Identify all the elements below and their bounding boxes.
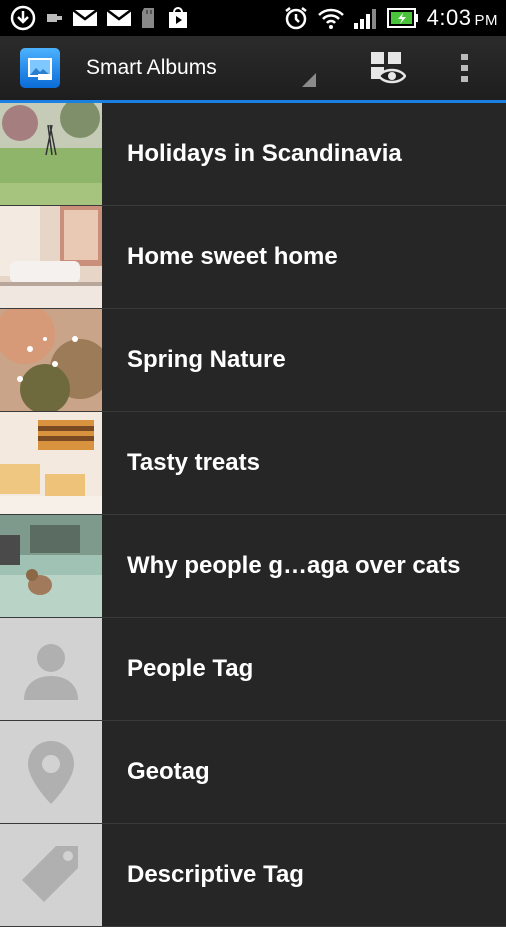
album-thumbnail [0,309,102,411]
album-label: Descriptive Tag [127,861,304,888]
dropdown-triangle-icon [302,73,316,92]
album-row-cats[interactable]: Why people g…aga over cats [0,515,506,618]
sd-card-icon [140,7,158,29]
album-label: Home sweet home [127,243,338,270]
album-thumbnail [0,515,102,617]
album-row-holidays[interactable]: Holidays in Scandinavia [0,103,506,206]
voicemail-icon [44,8,64,28]
location-pin-icon [0,721,102,823]
album-label: Tasty treats [127,449,260,476]
album-label: Geotag [127,758,210,785]
signal-icon [353,6,379,30]
wifi-icon [317,6,345,30]
album-row-home[interactable]: Home sweet home [0,206,506,309]
album-row-spring-nature[interactable]: Spring Nature [0,309,506,412]
action-bar: Smart Albums [0,36,506,103]
view-mode-icon[interactable] [370,51,407,90]
gallery-app-icon[interactable] [20,48,60,88]
album-thumbnail [0,206,102,308]
overflow-menu-icon[interactable] [458,52,472,89]
album-row-descriptive-tag[interactable]: Descriptive Tag [0,824,506,927]
album-row-geotag[interactable]: Geotag [0,721,506,824]
album-list: Holidays in Scandinavia Home sweet home [0,103,506,927]
album-label: People Tag [127,655,254,682]
album-selector-dropdown[interactable]: Smart Albums [86,36,316,100]
tag-icon [0,824,102,926]
play-store-icon [166,6,190,30]
alarm-icon [283,5,309,31]
download-icon [10,5,36,31]
album-row-tasty-treats[interactable]: Tasty treats [0,412,506,515]
person-icon [0,618,102,720]
album-thumbnail [0,412,102,514]
battery-charging-icon [386,7,419,29]
status-bar: 4:03 PM [0,0,506,36]
album-row-people-tag[interactable]: People Tag [0,618,506,721]
album-label: Why people g…aga over cats [127,552,461,579]
album-label: Spring Nature [127,346,286,373]
album-label: Holidays in Scandinavia [127,140,402,167]
album-thumbnail [0,103,102,205]
clock: 4:03 PM [426,5,498,30]
gmail-icon [106,8,132,28]
page-title: Smart Albums [86,56,217,79]
gmail-icon [72,8,98,28]
